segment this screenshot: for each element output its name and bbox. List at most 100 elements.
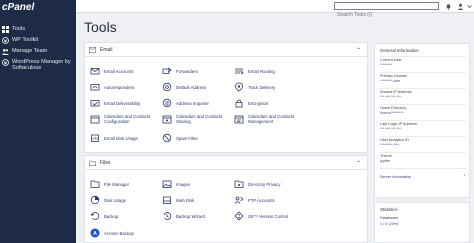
cpanel-logo[interactable]: cPanel bbox=[2, 2, 34, 13]
info-label: Primary Domain bbox=[380, 74, 408, 78]
files-panel-title: Files bbox=[100, 159, 111, 166]
wordpress-icon bbox=[2, 37, 9, 44]
page-title: Tools bbox=[84, 19, 117, 35]
tool-address-importer[interactable]: @ Address Importer bbox=[162, 98, 209, 108]
tool-label: Email Routing bbox=[248, 68, 275, 74]
info-value: ***.***.***.*** bbox=[380, 127, 401, 131]
info-value: ***.***.***.*** bbox=[380, 95, 401, 99]
info-theme: Theme jupiter bbox=[380, 152, 466, 163]
info-shared-ip: Shared IP Address ***.***.***.*** bbox=[380, 88, 466, 99]
tool-label: Track Delivery bbox=[248, 84, 276, 90]
tool-calendars-sharing[interactable]: Calendars and Contacts Sharing bbox=[162, 114, 222, 124]
tool-email-deliverability[interactable]: Email Deliverability bbox=[90, 98, 140, 108]
grid-icon bbox=[2, 26, 9, 33]
tool-acronis-backup[interactable]: A Acronis Backup bbox=[90, 228, 134, 238]
ftp-accounts-icon bbox=[234, 195, 244, 205]
tool-label: Email Disk Usage bbox=[104, 135, 138, 141]
chevron-right-icon[interactable]: › bbox=[463, 173, 465, 179]
email-panel-title: Email bbox=[100, 46, 113, 53]
search-box[interactable] bbox=[334, 2, 439, 19]
email-panel-header[interactable]: Email ⌃ bbox=[85, 43, 367, 57]
tool-label: Acronis Backup bbox=[104, 230, 134, 236]
collapse-chevron-icon[interactable]: ⌃ bbox=[356, 160, 361, 167]
tool-git-version-control[interactable]: Git™ Version Control bbox=[234, 211, 288, 221]
svg-text:@: @ bbox=[164, 101, 169, 107]
tool-web-disk[interactable]: Web Disk bbox=[162, 195, 194, 205]
tool-directory-privacy[interactable]: Directory Privacy bbox=[234, 179, 280, 189]
tool-track-delivery[interactable]: Track Delivery bbox=[234, 82, 275, 92]
statistics-value: 1 / 5 (20%) bbox=[380, 222, 399, 226]
images-icon bbox=[162, 179, 172, 189]
files-panel-header[interactable]: Files ⌃ bbox=[85, 156, 367, 170]
top-header bbox=[76, 0, 474, 19]
email-accounts-icon bbox=[90, 66, 100, 76]
info-value[interactable]: ********.com bbox=[380, 79, 466, 83]
tool-images[interactable]: Images bbox=[162, 179, 190, 189]
info-value: jupiter bbox=[380, 159, 391, 163]
tool-label: Email Accounts bbox=[104, 68, 134, 74]
info-value: ******** bbox=[380, 63, 392, 67]
tool-encryption[interactable]: Encryption bbox=[234, 98, 268, 108]
calendar-management-icon bbox=[234, 114, 244, 124]
calendar-sharing-icon bbox=[162, 114, 172, 124]
sidebar-item-wp-toolkit[interactable]: WP Toolkit bbox=[2, 37, 38, 44]
tool-backup-wizard[interactable]: Backup Wizard bbox=[162, 211, 205, 221]
collapse-chevron-icon[interactable]: ⌃ bbox=[356, 47, 361, 54]
sidebar: cPanel Tools WP Toolkit Manage Team Word… bbox=[0, 0, 76, 243]
tool-email-accounts[interactable]: Email Accounts bbox=[90, 66, 133, 76]
info-current-user: Current User ******** bbox=[380, 56, 466, 67]
folder-icon bbox=[89, 160, 96, 166]
tool-file-manager[interactable]: File Manager bbox=[90, 179, 129, 189]
tool-calendars-configuration[interactable]: Calendars and Contacts Configuration bbox=[90, 114, 150, 124]
info-user-analytics-id: User Analytics ID ********-**** bbox=[380, 136, 466, 147]
tool-label: Images bbox=[176, 181, 191, 187]
bell-icon[interactable] bbox=[444, 2, 452, 10]
tool-spam-filter[interactable]: Spam Filter bbox=[162, 133, 198, 143]
tool-label: File Manager bbox=[104, 181, 130, 187]
sidebar-item-label: WP Toolkit bbox=[12, 37, 39, 43]
email-disk-usage-icon bbox=[90, 133, 100, 143]
track-delivery-icon bbox=[234, 82, 244, 92]
tool-autoresponders[interactable]: Autoresponders bbox=[90, 82, 134, 92]
tool-label: Forwarders bbox=[176, 68, 198, 74]
sidebar-item-label: WordPress Manager by Softaculous bbox=[12, 59, 71, 72]
sidebar-item-wordpress-manager[interactable]: WordPress Manager by Softaculous bbox=[2, 59, 71, 72]
tool-default-address[interactable]: Default Address bbox=[162, 82, 206, 92]
server-information-link[interactable]: Server Information bbox=[380, 168, 466, 179]
search-input[interactable] bbox=[335, 11, 433, 19]
directory-privacy-icon bbox=[234, 179, 244, 189]
tool-ftp-accounts[interactable]: FTP Accounts bbox=[234, 195, 275, 205]
tool-label-line2: Sharing bbox=[176, 119, 191, 124]
wordpress-icon bbox=[2, 59, 9, 66]
tool-email-disk-usage[interactable]: Email Disk Usage bbox=[90, 133, 138, 143]
tool-label: Autoresponders bbox=[104, 84, 135, 90]
tool-label: Calendars and Contacts Management bbox=[248, 114, 294, 124]
info-home-directory: Home Directory /home/******** bbox=[380, 104, 466, 115]
sidebar-item-label: Tools bbox=[12, 26, 26, 32]
email-deliverability-icon bbox=[90, 98, 100, 108]
statistics-title: Statistics bbox=[380, 207, 398, 212]
sidebar-item-tools[interactable]: Tools bbox=[2, 26, 25, 33]
disk-usage-icon bbox=[90, 195, 100, 205]
tool-label: Encryption bbox=[248, 100, 269, 106]
tool-email-routing[interactable]: Email Routing bbox=[234, 66, 275, 76]
sidebar-item-manage-team[interactable]: Manage Team bbox=[2, 48, 47, 55]
general-information-title: General Information bbox=[380, 48, 419, 53]
tool-forwarders[interactable]: Forwarders bbox=[162, 66, 198, 76]
encryption-icon bbox=[234, 98, 244, 108]
envelope-icon bbox=[89, 46, 96, 53]
user-icon[interactable] bbox=[456, 2, 464, 10]
git-icon bbox=[234, 211, 244, 221]
tool-disk-usage[interactable]: Disk Usage bbox=[90, 195, 126, 205]
chevron-down-icon[interactable] bbox=[465, 2, 473, 10]
tool-label: Spam Filter bbox=[176, 135, 198, 141]
tool-backup[interactable]: Backup bbox=[90, 211, 118, 221]
svg-text:A: A bbox=[93, 231, 97, 237]
tool-calendars-management[interactable]: Calendars and Contacts Management bbox=[234, 114, 294, 124]
calendar-icon bbox=[90, 114, 100, 124]
server-information-label[interactable]: Server Information bbox=[380, 175, 466, 179]
tool-label: Web Disk bbox=[176, 197, 195, 203]
tool-label: FTP Accounts bbox=[248, 197, 275, 203]
info-label: User Analytics ID bbox=[380, 138, 409, 142]
web-disk-icon bbox=[162, 195, 172, 205]
